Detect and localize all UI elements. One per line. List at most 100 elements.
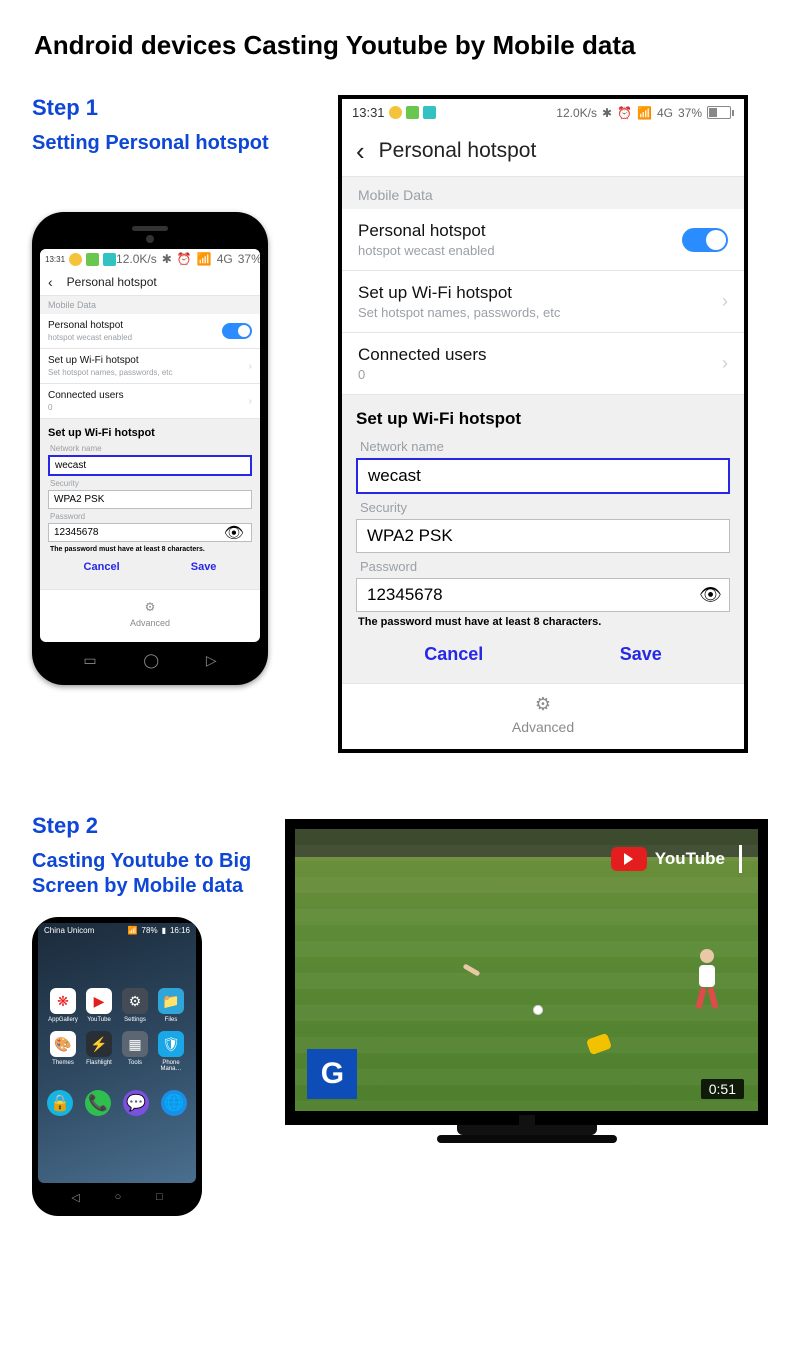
phone-thumbnail: 13:31 12.0K/s ✱ ⏰ 📶 4G: [32, 212, 268, 685]
connected-users-label: Connected users: [48, 390, 124, 401]
row-personal-hotspot[interactable]: Personal hotspot hotspot wecast enabled: [40, 314, 260, 349]
row-setup-wifi[interactable]: Set up Wi-Fi hotspot Set hotspot names, …: [342, 271, 744, 333]
password-field[interactable]: 12345678: [356, 578, 730, 612]
section-mobile-data: Mobile Data: [342, 177, 744, 209]
hotspot-toggle-label: Personal hotspot: [358, 221, 495, 241]
nav-home-icon[interactable]: ○: [115, 1191, 122, 1204]
eye-icon[interactable]: 👁: [699, 585, 722, 606]
flower-icon: ❋: [50, 988, 76, 1014]
back-icon[interactable]: ‹: [356, 138, 365, 164]
step1-label: Step 1: [32, 95, 314, 121]
form-header: Set up Wi-Fi hotspot: [356, 409, 730, 429]
nav-recent-icon[interactable]: ▭: [83, 652, 96, 669]
app-flashlight[interactable]: ⚡Flashlight: [84, 1031, 114, 1072]
dock-globe-icon[interactable]: 🌐: [161, 1090, 187, 1116]
row-connected-users[interactable]: Connected users 0 ›: [40, 384, 260, 419]
palette-icon: 🎨: [50, 1031, 76, 1057]
security-field[interactable]: WPA2 PSK: [356, 519, 730, 553]
wifi-icon: 📶: [128, 926, 138, 935]
connected-users-label: Connected users: [358, 345, 487, 365]
carrier-label: China Unicom: [44, 926, 94, 935]
connected-users-count: 0: [358, 367, 487, 382]
app-files[interactable]: 📁Files: [156, 988, 186, 1023]
network-label: 4G: [657, 106, 673, 120]
advanced-button[interactable]: ⚙ Advanced: [342, 683, 744, 749]
save-button[interactable]: Save: [620, 644, 662, 665]
player-yellow: [595, 1017, 758, 1075]
back-icon[interactable]: ‹: [48, 275, 53, 289]
launcher-battery: 78%: [142, 926, 158, 935]
section-mobile-data: Mobile Data: [40, 296, 260, 314]
status-dot-icon: [69, 253, 82, 266]
app-themes[interactable]: 🎨Themes: [48, 1031, 78, 1072]
security-field[interactable]: WPA2 PSK: [48, 490, 252, 509]
watermark-bar: [739, 845, 742, 873]
dock-lock-icon[interactable]: 🔒: [47, 1090, 73, 1116]
password-label: Password: [360, 559, 726, 574]
battery-pct: 37%: [678, 106, 702, 120]
network-name-field[interactable]: wecast: [356, 458, 730, 494]
advanced-label: Advanced: [130, 618, 170, 628]
app-tools[interactable]: ▦Tools: [120, 1031, 150, 1072]
status-app1-icon: [86, 253, 99, 266]
advanced-button[interactable]: ⚙ Advanced: [40, 589, 260, 642]
step1-desc: Setting Personal hotspot: [32, 131, 314, 156]
chevron-right-icon: ›: [722, 291, 728, 312]
password-field[interactable]: 12345678: [48, 523, 252, 542]
network-name-field[interactable]: wecast: [48, 455, 252, 476]
app-label: YouTube: [87, 1017, 111, 1023]
hotspot-toggle[interactable]: [682, 228, 728, 252]
signal-icon: 📶: [637, 106, 652, 120]
hotspot-toggle-label: Personal hotspot: [48, 320, 132, 331]
connected-users-count: 0: [48, 403, 124, 412]
status-speed: 12.0K/s: [556, 106, 597, 120]
hotspot-toggle[interactable]: [222, 323, 252, 339]
form-header: Set up Wi-Fi hotspot: [48, 427, 252, 439]
youtube-icon: ▶: [86, 988, 112, 1014]
app-label: Flashlight: [86, 1060, 112, 1066]
alarm-icon: ⏰: [617, 106, 632, 120]
page-title: Android devices Casting Youtube by Mobil…: [34, 30, 768, 61]
gear-icon: ⚙: [145, 600, 156, 614]
password-hint: The password must have at least 8 charac…: [358, 616, 728, 628]
nav-recent-icon[interactable]: □: [156, 1191, 163, 1204]
nav-back-icon[interactable]: ▷: [206, 652, 217, 669]
setup-wifi-sub: Set hotspot names, passwords, etc: [358, 305, 560, 320]
app-label: AppGallery: [48, 1017, 78, 1023]
battery-icon: [707, 106, 734, 119]
nav-home-icon[interactable]: ◯: [143, 652, 159, 669]
screen-title: Personal hotspot: [379, 139, 537, 163]
dock-phone-icon[interactable]: 📞: [85, 1090, 111, 1116]
status-time: 13:31: [45, 255, 65, 264]
cancel-button[interactable]: Cancel: [84, 561, 120, 573]
signal-icon: 📶: [197, 252, 212, 266]
eye-icon[interactable]: 👁: [224, 523, 244, 543]
row-connected-users[interactable]: Connected users 0 ›: [342, 333, 744, 395]
folder-icon: 📁: [158, 988, 184, 1014]
row-personal-hotspot[interactable]: Personal hotspot hotspot wecast enabled: [342, 209, 744, 271]
app-settings[interactable]: ⚙Settings: [120, 988, 150, 1023]
save-button[interactable]: Save: [191, 561, 217, 573]
dock-chat-icon[interactable]: 💬: [123, 1090, 149, 1116]
nav-back-icon[interactable]: ◁: [71, 1191, 79, 1204]
network-name-label: Network name: [50, 444, 250, 453]
bluetooth-icon: ✱: [602, 106, 612, 120]
advanced-label: Advanced: [512, 719, 574, 735]
app-phone-mana-[interactable]: 🛡Phone Mana…: [156, 1031, 186, 1072]
gear-icon: ⚙: [535, 694, 551, 715]
app-youtube[interactable]: ▶ YouTube: [84, 988, 114, 1023]
gear-icon: ⚙: [122, 988, 148, 1014]
row-setup-wifi[interactable]: Set up Wi-Fi hotspot Set hotspot names, …: [40, 349, 260, 384]
screen-title: Personal hotspot: [67, 275, 157, 289]
launcher-time: 16:16: [170, 926, 190, 935]
channel-badge: G: [307, 1049, 357, 1099]
shield-icon: 🛡: [158, 1031, 184, 1057]
cancel-button[interactable]: Cancel: [424, 644, 483, 665]
setup-wifi-label: Set up Wi-Fi hotspot: [358, 283, 560, 303]
status-app2-icon: [103, 253, 116, 266]
chevron-right-icon: ›: [249, 396, 252, 407]
youtube-brand-label: YouTube: [655, 849, 725, 869]
app-appgallery[interactable]: ❋ AppGallery: [48, 988, 78, 1023]
security-label: Security: [50, 479, 250, 488]
chevron-right-icon: ›: [249, 361, 252, 372]
